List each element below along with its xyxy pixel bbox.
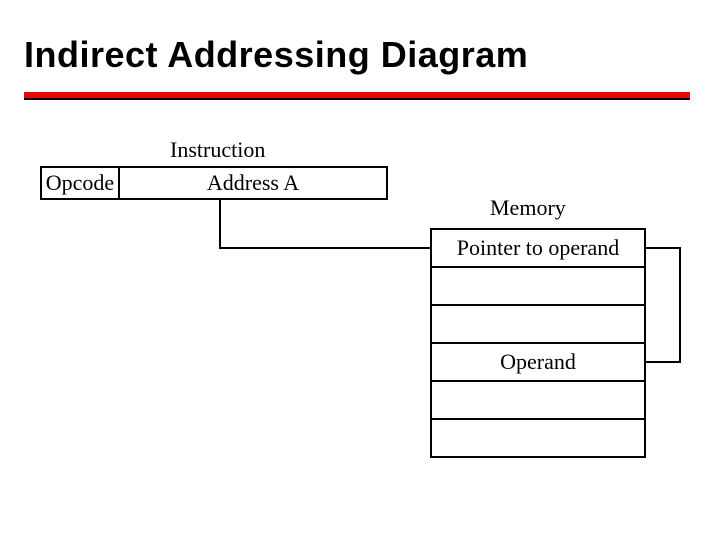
operand-text: Operand xyxy=(500,349,576,374)
memory-cell-operand: Operand xyxy=(430,342,646,382)
pointer-text: Pointer to operand xyxy=(457,235,620,260)
memory-cell-2 xyxy=(430,304,646,344)
memory-label: Memory xyxy=(490,195,566,221)
memory-cell-5 xyxy=(430,418,646,458)
memory-cell-1 xyxy=(430,266,646,306)
opcode-box: Opcode xyxy=(40,166,120,200)
slide: Indirect Addressing Diagram Instruction … xyxy=(0,0,720,540)
memory-cell-pointer: Pointer to operand xyxy=(430,228,646,268)
address-text: Address A xyxy=(207,170,299,195)
slide-title: Indirect Addressing Diagram xyxy=(24,34,528,76)
address-box: Address A xyxy=(118,166,388,200)
memory-cell-4 xyxy=(430,380,646,420)
title-rule-black xyxy=(24,98,690,100)
opcode-text: Opcode xyxy=(46,170,114,195)
instruction-label: Instruction xyxy=(170,137,265,163)
